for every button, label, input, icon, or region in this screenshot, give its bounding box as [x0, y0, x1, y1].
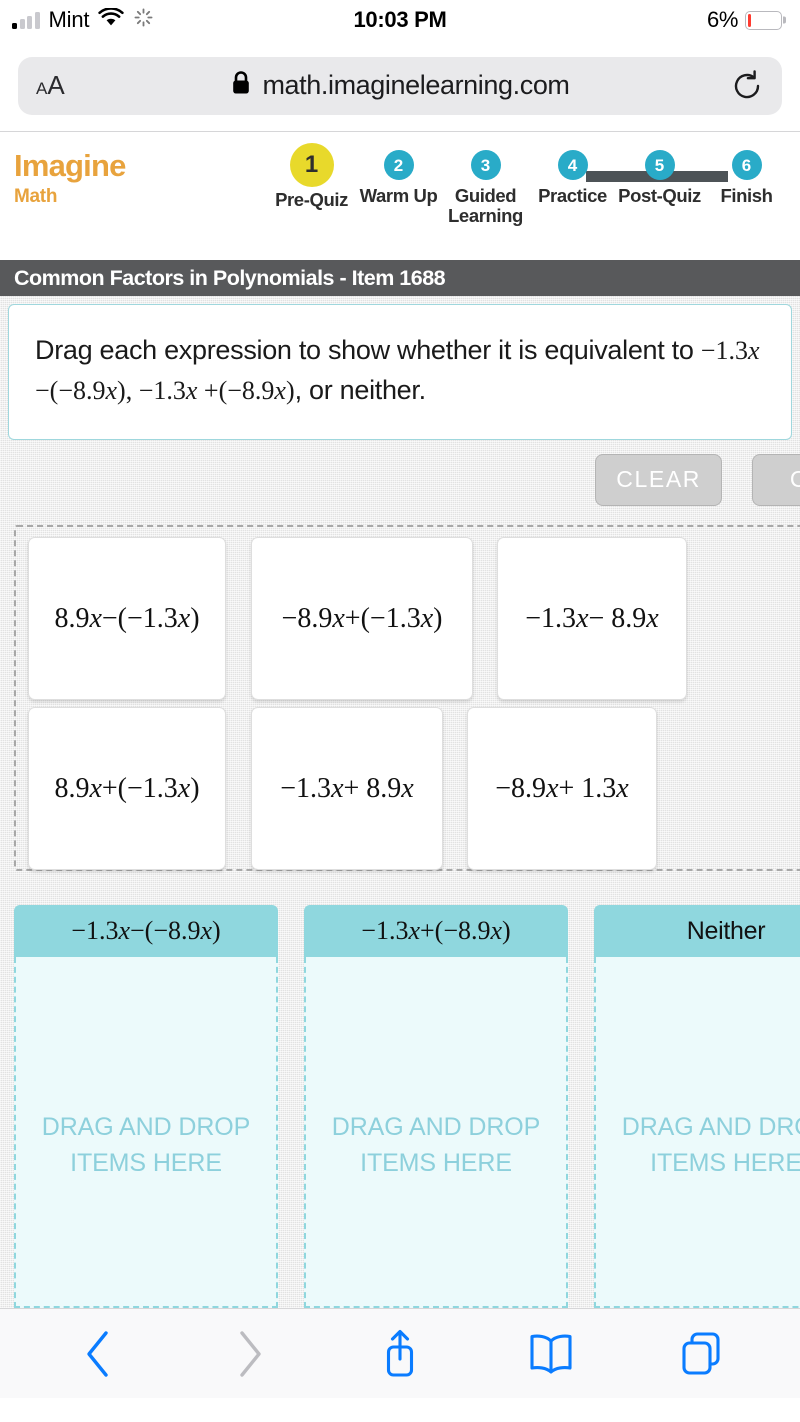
imagine-math-logo: Imagine Math	[0, 148, 268, 208]
status-bar-right: 6%	[707, 7, 782, 33]
drop-zone-placeholder: DRAG AND DROP ITEMS HERE	[41, 1113, 251, 1177]
url-display: math.imaginelearning.com	[18, 70, 782, 101]
tray-row-1: 8.9 x −(−1.3 x) −8.9 x +(−1.3 x) −1.3 x − 8.9…	[28, 537, 796, 700]
carrier-label: Mint	[48, 7, 90, 32]
safari-url-bar: AA math.imaginelearning.com	[0, 40, 800, 132]
check-button[interactable]: C	[752, 454, 800, 506]
sidebar-item-warm-up[interactable]: 2 Warm Up	[355, 150, 442, 226]
drop-zone-header: Neither	[594, 905, 800, 957]
drop-zone-header: −1.3 x −(−8.9 x)	[14, 905, 278, 957]
question-line-1: Drag each expression to show whether it …	[35, 335, 694, 365]
question-text: Drag each expression to show whether it …	[35, 331, 765, 411]
drop-zone-body[interactable]: DRAG AND DROP ITEMS HERE	[594, 957, 800, 1308]
step-number-6: 6	[731, 150, 762, 180]
draggable-tile[interactable]: 8.9 x −(−1.3 x)	[28, 537, 226, 700]
lock-icon	[230, 70, 252, 101]
step-label-1: Pre-Quiz	[275, 189, 348, 210]
drop-zone-equivalent-a[interactable]: −1.3 x −(−8.9 x) DRAG AND DROP ITEMS HERE	[14, 905, 278, 1308]
app-header: Imagine Math 1 Pre-Quiz 2 Warm Up 3 Guid…	[0, 132, 800, 260]
activity-canvas: Drag each expression to show whether it …	[0, 296, 800, 1308]
drop-zones: −1.3 x −(−8.9 x) DRAG AND DROP ITEMS HERE …	[14, 905, 800, 1308]
activity-toolbar: CLEAR C	[595, 454, 800, 506]
sidebar-item-guided-learning[interactable]: 3 Guided Learning	[442, 150, 529, 226]
draggable-tile[interactable]: −8.9 x +(−1.3 x)	[251, 537, 473, 700]
sidebar-item-pre-quiz[interactable]: 1 Pre-Quiz	[268, 143, 355, 226]
draggable-tile[interactable]: −8.9 x + 1.3 x	[467, 707, 657, 870]
back-chevron-icon[interactable]	[66, 1322, 130, 1386]
step-label-4: Practice	[538, 185, 607, 206]
step-number-1: 1	[289, 143, 334, 187]
brand-name-primary: Imagine	[14, 148, 126, 183]
battery-percent-label: 6%	[707, 7, 738, 32]
drop-zone-neither[interactable]: Neither DRAG AND DROP ITEMS HERE	[594, 905, 800, 1308]
text-size-small-a: A	[36, 79, 48, 98]
wifi-icon	[98, 7, 124, 32]
book-icon[interactable]	[519, 1322, 583, 1386]
step-label-6: Finish	[720, 185, 773, 206]
question-tail: , or neither.	[294, 374, 426, 405]
draggable-tile[interactable]: −1.3 x − 8.9 x	[497, 537, 687, 700]
step-number-5: 5	[644, 150, 675, 180]
drop-zone-header: −1.3 x +(−8.9 x)	[304, 905, 568, 957]
step-number-4: 4	[557, 150, 588, 180]
question-expression-b: −1.3x +(−8.9x)	[138, 375, 295, 405]
tabs-icon[interactable]	[670, 1322, 734, 1386]
sidebar-item-post-quiz[interactable]: 5 Post-Quiz	[616, 150, 703, 226]
clear-button[interactable]: CLEAR	[595, 454, 722, 506]
question-prompt-box: Drag each expression to show whether it …	[8, 304, 792, 440]
step-label-3: Guided Learning	[448, 185, 523, 226]
lesson-title-bar: Common Factors in Polynomials - Item 168…	[0, 260, 800, 296]
drop-zone-placeholder: DRAG AND DROP ITEMS HERE	[621, 1113, 800, 1177]
brand-name-secondary: Math	[14, 185, 58, 207]
step-number-3: 3	[470, 150, 501, 180]
battery-icon	[745, 10, 782, 30]
page-title: Common Factors in Polynomials - Item 168…	[14, 265, 446, 290]
ios-status-bar: Mint 10:03 PM 6%	[0, 0, 800, 40]
status-bar-left: Mint	[12, 7, 153, 33]
step-number-2: 2	[383, 150, 414, 180]
battery-fill	[748, 13, 751, 27]
drop-zone-body[interactable]: DRAG AND DROP ITEMS HERE	[14, 957, 278, 1308]
reload-icon[interactable]	[730, 69, 764, 103]
draggable-tile[interactable]: −1.3 x + 8.9 x	[251, 707, 443, 870]
sidebar-item-finish[interactable]: 6 Finish	[703, 150, 790, 226]
signal-bars-icon	[12, 12, 40, 29]
step-label-5: Post-Quiz	[618, 185, 701, 206]
url-text: math.imaginelearning.com	[262, 70, 570, 100]
lesson-progress-stepper: 1 Pre-Quiz 2 Warm Up 3 Guided Learning 4…	[268, 143, 800, 226]
drop-zone-placeholder: DRAG AND DROP ITEMS HERE	[331, 1113, 541, 1177]
text-size-button[interactable]: AA	[36, 70, 65, 101]
draggable-items-tray: 8.9 x −(−1.3 x) −8.9 x +(−1.3 x) −1.3 x − 8.9…	[14, 525, 800, 871]
drop-zone-equivalent-b[interactable]: −1.3 x +(−8.9 x) DRAG AND DROP ITEMS HERE	[304, 905, 568, 1308]
stepper-steps: 1 Pre-Quiz 2 Warm Up 3 Guided Learning 4…	[268, 143, 790, 226]
forward-chevron-icon	[217, 1322, 281, 1386]
text-size-large-a: A	[47, 70, 65, 100]
address-field[interactable]: AA math.imaginelearning.com	[18, 56, 782, 115]
tray-row-2: 8.9 x +(−1.3 x) −1.3 x + 8.9 x −8.9 x + 1.3 x	[28, 707, 796, 870]
drop-zone-body[interactable]: DRAG AND DROP ITEMS HERE	[304, 957, 568, 1308]
activity-spinner-icon	[134, 8, 153, 32]
safari-bottom-toolbar	[0, 1308, 800, 1398]
sidebar-item-practice[interactable]: 4 Practice	[529, 150, 616, 226]
draggable-tile[interactable]: 8.9 x +(−1.3 x)	[28, 707, 226, 870]
share-icon[interactable]	[368, 1322, 432, 1386]
step-label-2: Warm Up	[359, 185, 438, 206]
